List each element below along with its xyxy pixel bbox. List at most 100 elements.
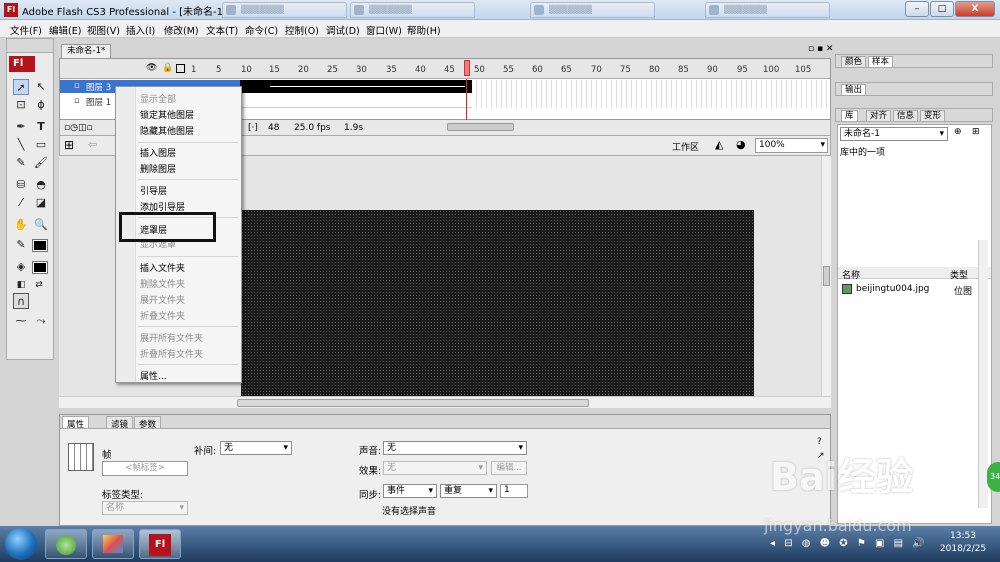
paint-icon[interactable] bbox=[92, 529, 134, 559]
close-button[interactable]: X bbox=[955, 1, 995, 17]
menu-debug[interactable]: 调试(D) bbox=[326, 23, 360, 37]
back-arrow-icon[interactable]: ⇦ bbox=[88, 138, 97, 151]
line-tool-icon[interactable]: ╲ bbox=[13, 137, 29, 153]
lasso-icon[interactable]: ϕ bbox=[33, 97, 49, 113]
background-tab[interactable]: ▒▒▒▒▒▒▒ bbox=[705, 2, 830, 18]
menu-commands[interactable]: 命令(C) bbox=[245, 23, 278, 37]
flash-taskbar-item[interactable]: Fl bbox=[139, 529, 181, 559]
menu-modify[interactable]: 修改(M) bbox=[164, 23, 199, 37]
menu-file[interactable]: 文件(F) bbox=[10, 23, 42, 37]
tab-info[interactable]: 信息 bbox=[893, 110, 919, 122]
stage-bitmap[interactable] bbox=[241, 210, 754, 396]
column-name[interactable]: 名称 bbox=[842, 268, 860, 281]
maximize-button[interactable]: □ bbox=[930, 1, 954, 17]
menu-item-delete-folder[interactable]: 删除文件夹 bbox=[140, 277, 185, 290]
smooth-icon[interactable]: ⁓ bbox=[13, 313, 29, 329]
notification-badge[interactable]: 34 bbox=[987, 462, 1000, 492]
label-type-select[interactable]: 名称 bbox=[102, 501, 188, 515]
outline-icon[interactable] bbox=[176, 64, 185, 73]
library-document-select[interactable]: 未命名-1 bbox=[840, 127, 948, 141]
menu-help[interactable]: 帮助(H) bbox=[407, 23, 441, 37]
zoom-select[interactable]: 100% ▾ bbox=[755, 138, 828, 153]
menu-item-collapse-folder[interactable]: 折叠文件夹 bbox=[140, 309, 185, 322]
empty-frames[interactable] bbox=[472, 80, 830, 108]
document-tab[interactable]: 未命名-1* bbox=[61, 44, 111, 58]
effect-select[interactable]: 无 bbox=[383, 461, 487, 475]
pencil-icon[interactable]: ✎ bbox=[13, 155, 29, 171]
sound-select[interactable]: 无 bbox=[383, 441, 527, 455]
ink-bottle-icon[interactable]: ⛁ bbox=[13, 177, 29, 193]
column-type[interactable]: 类型 bbox=[950, 268, 968, 281]
menu-insert[interactable]: 插入(I) bbox=[126, 23, 155, 37]
tab-swatches[interactable]: 样本 bbox=[868, 56, 894, 68]
menu-item-insert-layer[interactable]: 插入图层 bbox=[140, 146, 176, 159]
pin-icon[interactable]: ⊞ bbox=[972, 127, 980, 137]
library-item[interactable]: beijingtu004.jpg 位图 bbox=[838, 283, 991, 297]
workspace-button[interactable]: 工作区 bbox=[672, 140, 699, 153]
snap-magnet-icon[interactable]: ∩ bbox=[13, 293, 29, 309]
edit-scene-icon[interactable]: ◕ bbox=[736, 138, 746, 151]
text-tool-icon[interactable]: T bbox=[33, 119, 49, 135]
menu-item-show-all[interactable]: 显示全部 bbox=[140, 92, 176, 105]
start-button[interactable] bbox=[5, 528, 37, 560]
menu-view[interactable]: 视图(V) bbox=[87, 23, 120, 37]
scroll-thumb[interactable] bbox=[237, 399, 589, 407]
ie-icon[interactable] bbox=[45, 529, 87, 559]
tab-parameters[interactable]: 参数 bbox=[134, 416, 162, 430]
timeline-toggle-icon[interactable]: ⊞ bbox=[64, 138, 74, 152]
menu-edit[interactable]: 编辑(E) bbox=[49, 23, 81, 37]
menu-item-lock-others[interactable]: 锁定其他图层 bbox=[140, 108, 194, 121]
menu-text[interactable]: 文本(T) bbox=[206, 23, 238, 37]
hand-tool-icon[interactable]: ✋ bbox=[13, 217, 29, 233]
edit-symbols-icon[interactable]: ◭ bbox=[715, 138, 723, 151]
tab-color[interactable]: 颜色 bbox=[841, 56, 867, 68]
fill-color-icon[interactable]: ◈ bbox=[13, 259, 29, 275]
menu-window[interactable]: 窗口(W) bbox=[366, 23, 402, 37]
tab-library[interactable]: 库 bbox=[841, 110, 858, 122]
tab-transform[interactable]: 变形 bbox=[920, 110, 946, 122]
zoom-tool-icon[interactable]: 🔍 bbox=[33, 217, 49, 233]
tab-align[interactable]: 对齐 bbox=[866, 110, 892, 122]
subselection-tool-icon[interactable]: ↖ bbox=[33, 79, 49, 95]
frame-name-input[interactable]: <帧标签> bbox=[102, 461, 188, 476]
stroke-color-icon[interactable]: ✎ bbox=[13, 237, 29, 253]
paint-bucket-icon[interactable]: ◓ bbox=[33, 177, 49, 193]
onion-skin-icon[interactable]: [·] bbox=[248, 123, 258, 133]
tab-properties[interactable]: 属性 bbox=[62, 416, 90, 430]
menu-item-expand-all-folders[interactable]: 展开所有文件夹 bbox=[140, 331, 203, 344]
minimize-button[interactable]: – bbox=[905, 1, 929, 17]
menu-item-guide[interactable]: 引导层 bbox=[140, 184, 167, 197]
stroke-color-swatch[interactable] bbox=[32, 239, 48, 252]
rectangle-tool-icon[interactable]: ▭ bbox=[33, 137, 49, 153]
straighten-icon[interactable]: ⤳ bbox=[33, 313, 49, 329]
new-library-icon[interactable]: ⊕ bbox=[954, 127, 962, 137]
menu-item-properties[interactable]: 属性... bbox=[140, 369, 167, 382]
free-transform-icon[interactable]: ⊡ bbox=[13, 97, 29, 113]
restore-doc-icon[interactable]: ▫ ▪ ✕ bbox=[808, 44, 833, 54]
repeat-count-input[interactable]: 1 bbox=[500, 484, 528, 498]
background-tab[interactable]: ▒▒▒▒▒▒▒ bbox=[222, 2, 347, 18]
add-layer-icon[interactable]: ▫◷◫▫ bbox=[64, 123, 93, 133]
timeline-scrollbar[interactable] bbox=[447, 123, 514, 131]
tween-select[interactable]: 无 bbox=[220, 441, 292, 455]
menu-item-collapse-all-folders[interactable]: 折叠所有文件夹 bbox=[140, 347, 203, 360]
lock-icon[interactable]: 🔒 bbox=[162, 63, 173, 73]
brush-icon[interactable]: 🖌 bbox=[33, 155, 49, 171]
eye-icon[interactable]: 👁 bbox=[146, 63, 157, 73]
menu-item-hide-others[interactable]: 隐藏其他图层 bbox=[140, 124, 194, 137]
black-white-icon[interactable]: ◧ bbox=[13, 277, 29, 293]
background-tab[interactable]: ▒▒▒▒▒▒▒ bbox=[350, 2, 475, 18]
layer-1-frames[interactable] bbox=[240, 95, 472, 108]
background-tab[interactable]: ▒▒▒▒▒▒▒ bbox=[530, 2, 655, 18]
tab-output[interactable]: 输出 bbox=[841, 84, 867, 96]
playhead[interactable] bbox=[464, 60, 470, 76]
menu-item-insert-folder[interactable]: 插入文件夹 bbox=[140, 261, 185, 274]
vertical-scrollbar[interactable] bbox=[821, 156, 831, 396]
selection-tool-icon[interactable]: ➚ bbox=[13, 79, 29, 95]
eraser-icon[interactable]: ◪ bbox=[33, 195, 49, 211]
menu-control[interactable]: 控制(O) bbox=[285, 23, 319, 37]
edit-button[interactable]: 编辑... bbox=[491, 461, 527, 475]
scroll-thumb[interactable] bbox=[823, 266, 830, 286]
sync-select[interactable]: 事件 bbox=[383, 484, 437, 498]
repeat-select[interactable]: 重复 bbox=[440, 484, 497, 498]
